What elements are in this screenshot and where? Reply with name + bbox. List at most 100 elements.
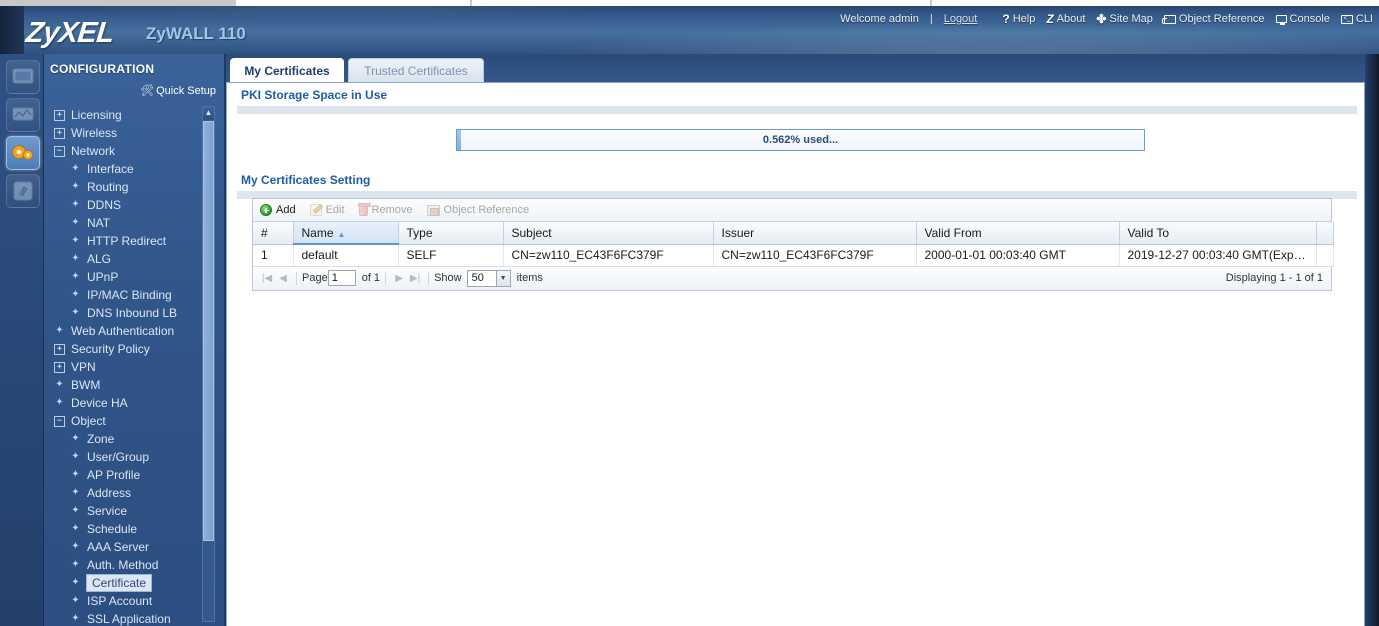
table-toolbar: Add Edit Remove Object Reference <box>253 199 1331 222</box>
help-button[interactable]: ? Help <box>1002 13 1035 25</box>
bullet-icon[interactable]: ✦ <box>70 290 81 300</box>
sidebar-item-routing[interactable]: ✦ Routing <box>44 178 209 196</box>
collapse-icon[interactable]: − <box>54 415 65 427</box>
bullet-icon[interactable]: ✦ <box>70 560 81 570</box>
first-page-button[interactable]: |◀ <box>259 273 275 284</box>
bullet-icon[interactable]: ✦ <box>54 380 65 390</box>
bullet-icon[interactable]: ✦ <box>70 254 81 264</box>
table-row[interactable]: 1 default SELF CN=zw110_EC43F6FC379F CN=zw11… <box>253 244 1334 267</box>
tab-my-certificates[interactable]: My Certificates <box>230 58 344 82</box>
collapse-icon[interactable]: − <box>54 145 65 157</box>
bullet-icon[interactable]: ✦ <box>54 398 65 408</box>
sidebar-item-nat[interactable]: ✦ NAT <box>44 214 209 232</box>
sidebar-item-schedule[interactable]: ✦ Schedule <box>44 520 209 538</box>
tab-trusted-certificates[interactable]: Trusted Certificates <box>348 58 484 82</box>
rail-item-dashboard[interactable] <box>6 60 40 94</box>
object-reference-button[interactable]: Object Reference <box>1161 13 1265 25</box>
sidebar-item-licensing[interactable]: + Licensing <box>44 106 209 124</box>
bullet-icon[interactable]: ✦ <box>70 542 81 552</box>
bullet-icon[interactable]: ✦ <box>70 578 81 588</box>
letter-z-icon: Z <box>1046 12 1054 26</box>
sidebar-item-isp-account[interactable]: ✦ ISP Account <box>44 592 209 610</box>
sidebar-item-zone[interactable]: ✦ Zone <box>44 430 209 448</box>
rail-item-maintenance[interactable] <box>6 174 40 208</box>
about-button[interactable]: Z About <box>1046 13 1085 25</box>
last-page-button[interactable]: ▶| <box>407 273 423 284</box>
about-label: About <box>1056 13 1086 25</box>
site-map-button[interactable]: ✤ Site Map <box>1096 13 1152 25</box>
bullet-icon[interactable]: ✦ <box>70 236 81 246</box>
bullet-icon[interactable]: ✦ <box>70 272 81 282</box>
column-header-valid-from[interactable]: Valid From <box>916 222 1120 245</box>
sidebar-item-http-redirect[interactable]: ✦ HTTP Redirect <box>44 232 209 250</box>
next-page-button[interactable]: ▶ <box>391 273 407 284</box>
cli-button[interactable]: <_ CLI <box>1340 13 1373 25</box>
prev-page-button[interactable]: ◀ <box>275 273 291 284</box>
rail-item-configuration[interactable] <box>6 136 40 170</box>
scroll-up-arrow-icon[interactable]: ▲ <box>203 107 214 120</box>
sidebar-item-vpn[interactable]: + VPN <box>44 358 209 376</box>
page-size-select[interactable]: 50 ▼ <box>466 269 511 287</box>
bullet-icon[interactable]: ✦ <box>70 434 81 444</box>
bullet-icon[interactable]: ✦ <box>70 596 81 606</box>
column-header-name[interactable]: Name ▲ <box>293 222 399 245</box>
bullet-icon[interactable]: ✦ <box>70 452 81 462</box>
sidebar-item-dns-inbound-lb[interactable]: ✦ DNS Inbound LB <box>44 304 209 322</box>
column-header-valid-to[interactable]: Valid To <box>1119 222 1317 245</box>
sidebar-scrollbar[interactable]: ▲ <box>202 106 215 622</box>
sidebar-item-bwm[interactable]: ✦ BWM <box>44 376 209 394</box>
sidebar-item-ip-mac-binding[interactable]: ✦ IP/MAC Binding <box>44 286 209 304</box>
page-number-input[interactable] <box>327 270 356 286</box>
sidebar-item-auth-method[interactable]: ✦ Auth. Method <box>44 556 209 574</box>
sidebar-item-label: BWM <box>71 378 101 392</box>
column-header-[interactable]: # <box>253 222 294 245</box>
sidebar-item-wireless[interactable]: + Wireless <box>44 124 209 142</box>
bullet-icon[interactable]: ✦ <box>70 218 81 228</box>
column-header-type[interactable]: Type <box>398 222 504 245</box>
quick-setup-button[interactable]: 🛠 Quick Setup <box>140 84 216 98</box>
sidebar-item-ap-profile[interactable]: ✦ AP Profile <box>44 466 209 484</box>
sidebar-item-interface[interactable]: ✦ Interface <box>44 160 209 178</box>
bullet-icon[interactable]: ✦ <box>70 470 81 480</box>
sidebar-item-ddns[interactable]: ✦ DDNS <box>44 196 209 214</box>
sidebar-item-object[interactable]: − Object <box>44 412 209 430</box>
console-button[interactable]: Console <box>1275 13 1330 25</box>
bullet-icon[interactable]: ✦ <box>70 182 81 192</box>
bullet-icon[interactable]: ✦ <box>70 614 81 624</box>
sidebar-item-network[interactable]: − Network <box>44 142 209 160</box>
column-header-subject[interactable]: Subject <box>503 222 714 245</box>
add-button[interactable]: Add <box>260 204 296 216</box>
column-header-issuer[interactable]: Issuer <box>713 222 917 245</box>
sidebar-scrollbar-thumb[interactable] <box>203 121 214 541</box>
bullet-icon[interactable]: ✦ <box>70 524 81 534</box>
logout-link[interactable]: Logout <box>944 13 978 25</box>
pki-storage-heading: PKI Storage Space in Use <box>241 88 388 102</box>
bullet-icon[interactable]: ✦ <box>70 506 81 516</box>
bullet-icon[interactable]: ✦ <box>70 308 81 318</box>
sidebar-item-address[interactable]: ✦ Address <box>44 484 209 502</box>
bullet-icon[interactable]: ✦ <box>70 488 81 498</box>
bullet-icon[interactable]: ✦ <box>54 326 65 336</box>
column-header-spacer <box>1316 222 1334 245</box>
rail-item-monitor[interactable] <box>6 98 40 132</box>
sidebar-item-certificate[interactable]: ✦ Certificate <box>44 574 209 592</box>
tools-icon: 🛠 <box>140 85 154 97</box>
object-reference-label: Object Reference <box>1178 13 1265 25</box>
bullet-icon[interactable]: ✦ <box>70 200 81 210</box>
expand-icon[interactable]: + <box>54 343 65 355</box>
pki-storage-rule <box>237 105 1357 114</box>
sidebar-item-upnp[interactable]: ✦ UPnP <box>44 268 209 286</box>
bullet-icon[interactable]: ✦ <box>70 164 81 174</box>
sidebar-item-service[interactable]: ✦ Service <box>44 502 209 520</box>
sidebar-item-ssl-application[interactable]: ✦ SSL Application <box>44 610 209 626</box>
expand-icon[interactable]: + <box>54 109 65 121</box>
row-number: 1 <box>253 244 294 267</box>
sidebar-item-web-authentication[interactable]: ✦ Web Authentication <box>44 322 209 340</box>
sidebar-item-aaa-server[interactable]: ✦ AAA Server <box>44 538 209 556</box>
expand-icon[interactable]: + <box>54 361 65 373</box>
expand-icon[interactable]: + <box>54 127 65 139</box>
sidebar-item-user-group[interactable]: ✦ User/Group <box>44 448 209 466</box>
sidebar-item-security-policy[interactable]: + Security Policy <box>44 340 209 358</box>
sidebar-item-alg[interactable]: ✦ ALG <box>44 250 209 268</box>
sidebar-item-device-ha[interactable]: ✦ Device HA <box>44 394 209 412</box>
